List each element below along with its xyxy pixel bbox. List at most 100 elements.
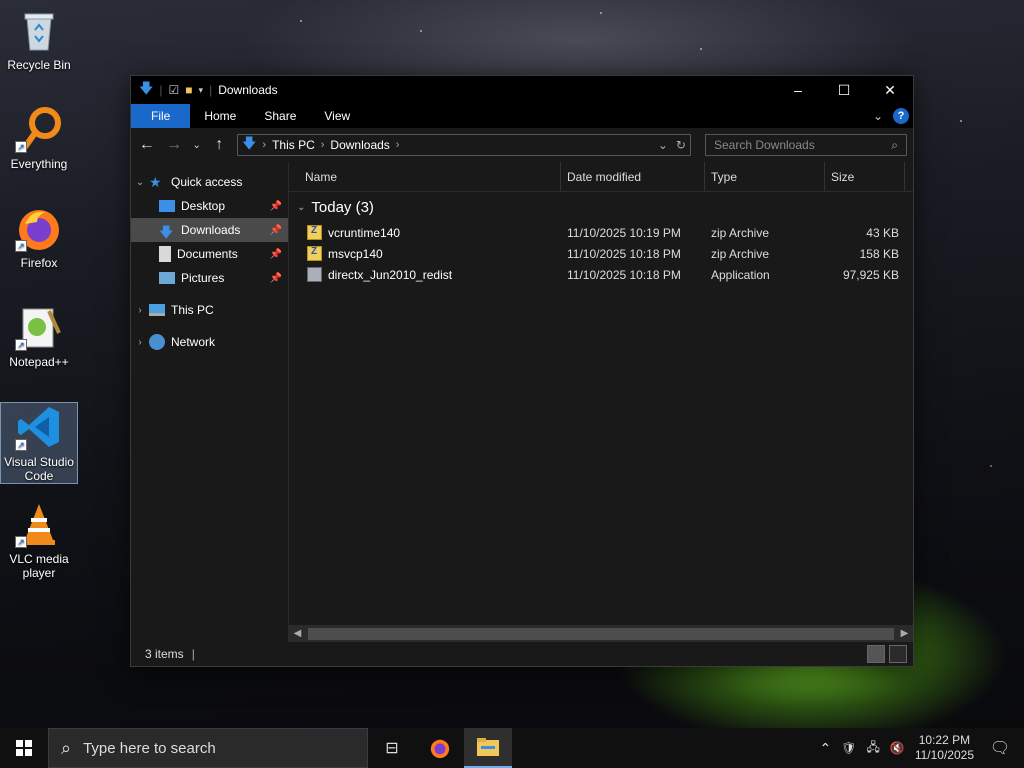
column-name[interactable]: Name xyxy=(289,162,561,191)
pin-icon: 📌 xyxy=(269,224,282,236)
nav-downloads[interactable]: 🡇 Downloads 📌 xyxy=(131,218,288,242)
taskbar: ⌕ Type here to search ⊟ ⌃ 🛡 🖧 🔇 10:22 PM… xyxy=(0,728,1024,768)
column-type[interactable]: Type xyxy=(705,162,825,191)
file-name: msvcp140 xyxy=(328,246,383,261)
nav-network[interactable]: › Network xyxy=(131,330,288,354)
nav-desktop[interactable]: Desktop 📌 xyxy=(131,194,288,218)
group-collapse-icon[interactable]: ⌄ xyxy=(297,202,305,213)
table-row[interactable]: msvcp140 11/10/2025 10:18 PM zip Archive… xyxy=(289,243,913,264)
shortcut-arrow-icon: ↗ xyxy=(15,536,27,548)
nav-label: Network xyxy=(171,335,216,349)
tab-view[interactable]: View xyxy=(310,104,364,128)
group-label: Today (3) xyxy=(311,198,374,216)
refresh-icon[interactable]: ↻ xyxy=(676,138,686,152)
desktop-icon-firefox[interactable]: ↗ Firefox xyxy=(0,204,78,270)
pin-icon: 📌 xyxy=(269,272,282,284)
file-size: 97,925 KB xyxy=(842,267,899,282)
new-folder-icon[interactable]: ■ xyxy=(185,83,192,97)
address-dropdown-icon[interactable]: ⌄ xyxy=(658,138,668,152)
clock-date: 11/10/2025 xyxy=(914,748,974,762)
down-arrow-icon: 🡇 xyxy=(139,80,154,96)
documents-folder-icon xyxy=(159,246,171,262)
table-row[interactable]: directx_Jun2010_redist 11/10/2025 10:18 … xyxy=(289,264,913,285)
start-button[interactable] xyxy=(0,728,48,768)
large-icons-view-button[interactable] xyxy=(889,645,907,663)
show-hidden-icons-icon[interactable]: ⌃ xyxy=(820,740,832,757)
minimize-button[interactable]: – xyxy=(775,76,821,104)
file-size: 158 KB xyxy=(859,246,899,261)
address-bar[interactable]: 🡇 › This PC › Downloads › ⌄ ↻ xyxy=(236,134,691,156)
tab-file[interactable]: File xyxy=(131,104,191,128)
desktop-icon-vlc[interactable]: ↗ VLC media player xyxy=(0,500,78,580)
vlc-icon: ↗ xyxy=(15,500,63,548)
collapsed-chevron-icon[interactable]: › xyxy=(131,305,149,316)
recent-locations-icon[interactable]: ⌄ xyxy=(192,140,202,151)
desktop-icon-label: VLC media player xyxy=(9,552,69,580)
up-button[interactable]: ↑ xyxy=(210,136,229,154)
details-view-button[interactable] xyxy=(867,645,885,663)
volume-muted-icon[interactable]: 🔇 xyxy=(890,741,905,755)
ribbon-tabs: File Home Share View ⌄ ? xyxy=(131,104,913,128)
zip-icon xyxy=(307,246,322,261)
file-list: Name Date modified Type Size ⌄ Today (3)… xyxy=(289,162,913,642)
scroll-right-icon[interactable]: ▶ xyxy=(896,628,913,639)
application-icon xyxy=(307,267,322,282)
scroll-left-icon[interactable]: ◀ xyxy=(289,628,306,639)
desktop-icon-everything[interactable]: ↗ Everything xyxy=(0,105,78,171)
security-icon[interactable]: 🛡 xyxy=(841,741,856,755)
breadcrumb-downloads[interactable]: Downloads xyxy=(330,138,389,152)
column-headers: Name Date modified Type Size xyxy=(289,162,913,192)
network-status-icon[interactable]: 🖧 xyxy=(866,738,879,759)
scrollbar-thumb[interactable] xyxy=(308,627,894,640)
file-type: zip Archive xyxy=(711,246,770,261)
tab-share[interactable]: Share xyxy=(250,104,310,128)
clock[interactable]: 10:22 PM 11/10/2025 xyxy=(915,733,974,763)
forward-button[interactable]: → xyxy=(164,136,183,154)
column-size[interactable]: Size xyxy=(825,162,905,191)
notepadpp-icon: ↗ xyxy=(15,303,63,351)
nav-quick-access[interactable]: ⌄ ★ Quick access xyxy=(131,170,288,194)
nav-documents[interactable]: Documents 📌 xyxy=(131,242,288,266)
maximize-button[interactable]: ☐ xyxy=(821,76,867,104)
windows-logo-icon xyxy=(16,740,32,756)
nav-label: Downloads xyxy=(181,223,241,237)
desktop-icon-vscode[interactable]: ↗ Visual Studio Code xyxy=(0,402,78,484)
taskbar-file-explorer[interactable] xyxy=(464,728,512,768)
nav-this-pc[interactable]: › This PC xyxy=(131,298,288,322)
task-view-button[interactable]: ⊟ xyxy=(368,728,416,768)
zip-icon xyxy=(307,225,322,240)
desktop-icon-label: Everything xyxy=(10,157,68,171)
pin-icon: 📌 xyxy=(269,200,282,212)
status-bar: 3 items | xyxy=(131,642,913,666)
back-button[interactable]: ← xyxy=(137,136,156,154)
help-icon[interactable]: ? xyxy=(893,108,909,124)
shortcut-arrow-icon: ↗ xyxy=(15,439,27,451)
notifications-icon[interactable]: 🗨 xyxy=(984,738,1016,758)
group-header-today[interactable]: ⌄ Today (3) xyxy=(289,192,913,222)
taskbar-search-box[interactable]: ⌕ Type here to search xyxy=(48,728,368,768)
table-row[interactable]: vcruntime140 11/10/2025 10:19 PM zip Arc… xyxy=(289,222,913,243)
close-button[interactable]: ✕ xyxy=(867,76,913,104)
customize-toolbar-icon[interactable]: ▾ xyxy=(199,85,204,96)
search-input[interactable]: Search Downloads ⌕ xyxy=(704,134,907,156)
file-explorer-icon xyxy=(477,738,499,756)
nav-pictures[interactable]: Pictures 📌 xyxy=(131,266,288,290)
firefox-icon xyxy=(430,739,450,759)
tab-home[interactable]: Home xyxy=(190,104,250,128)
column-date-modified[interactable]: Date modified xyxy=(561,162,705,191)
star-icon: ★ xyxy=(149,174,162,190)
pictures-folder-icon xyxy=(159,272,175,284)
shortcut-arrow-icon: ↗ xyxy=(15,339,27,351)
desktop-folder-icon xyxy=(159,200,175,212)
expand-ribbon-icon[interactable]: ⌄ xyxy=(873,109,883,123)
collapsed-chevron-icon[interactable]: › xyxy=(131,337,149,348)
desktop-icon-notepadpp[interactable]: ↗ Notepad++ xyxy=(0,303,78,369)
horizontal-scrollbar[interactable]: ◀ ▶ xyxy=(289,625,913,642)
desktop-icon-recycle-bin[interactable]: Recycle Bin xyxy=(0,6,78,72)
clock-time: 10:22 PM xyxy=(918,733,971,747)
taskbar-firefox[interactable] xyxy=(416,728,464,768)
breadcrumb-this-pc[interactable]: This PC xyxy=(272,138,315,152)
properties-icon[interactable]: ☑ xyxy=(169,83,180,97)
expanded-chevron-icon[interactable]: ⌄ xyxy=(131,177,149,188)
file-type: Application xyxy=(711,267,770,282)
